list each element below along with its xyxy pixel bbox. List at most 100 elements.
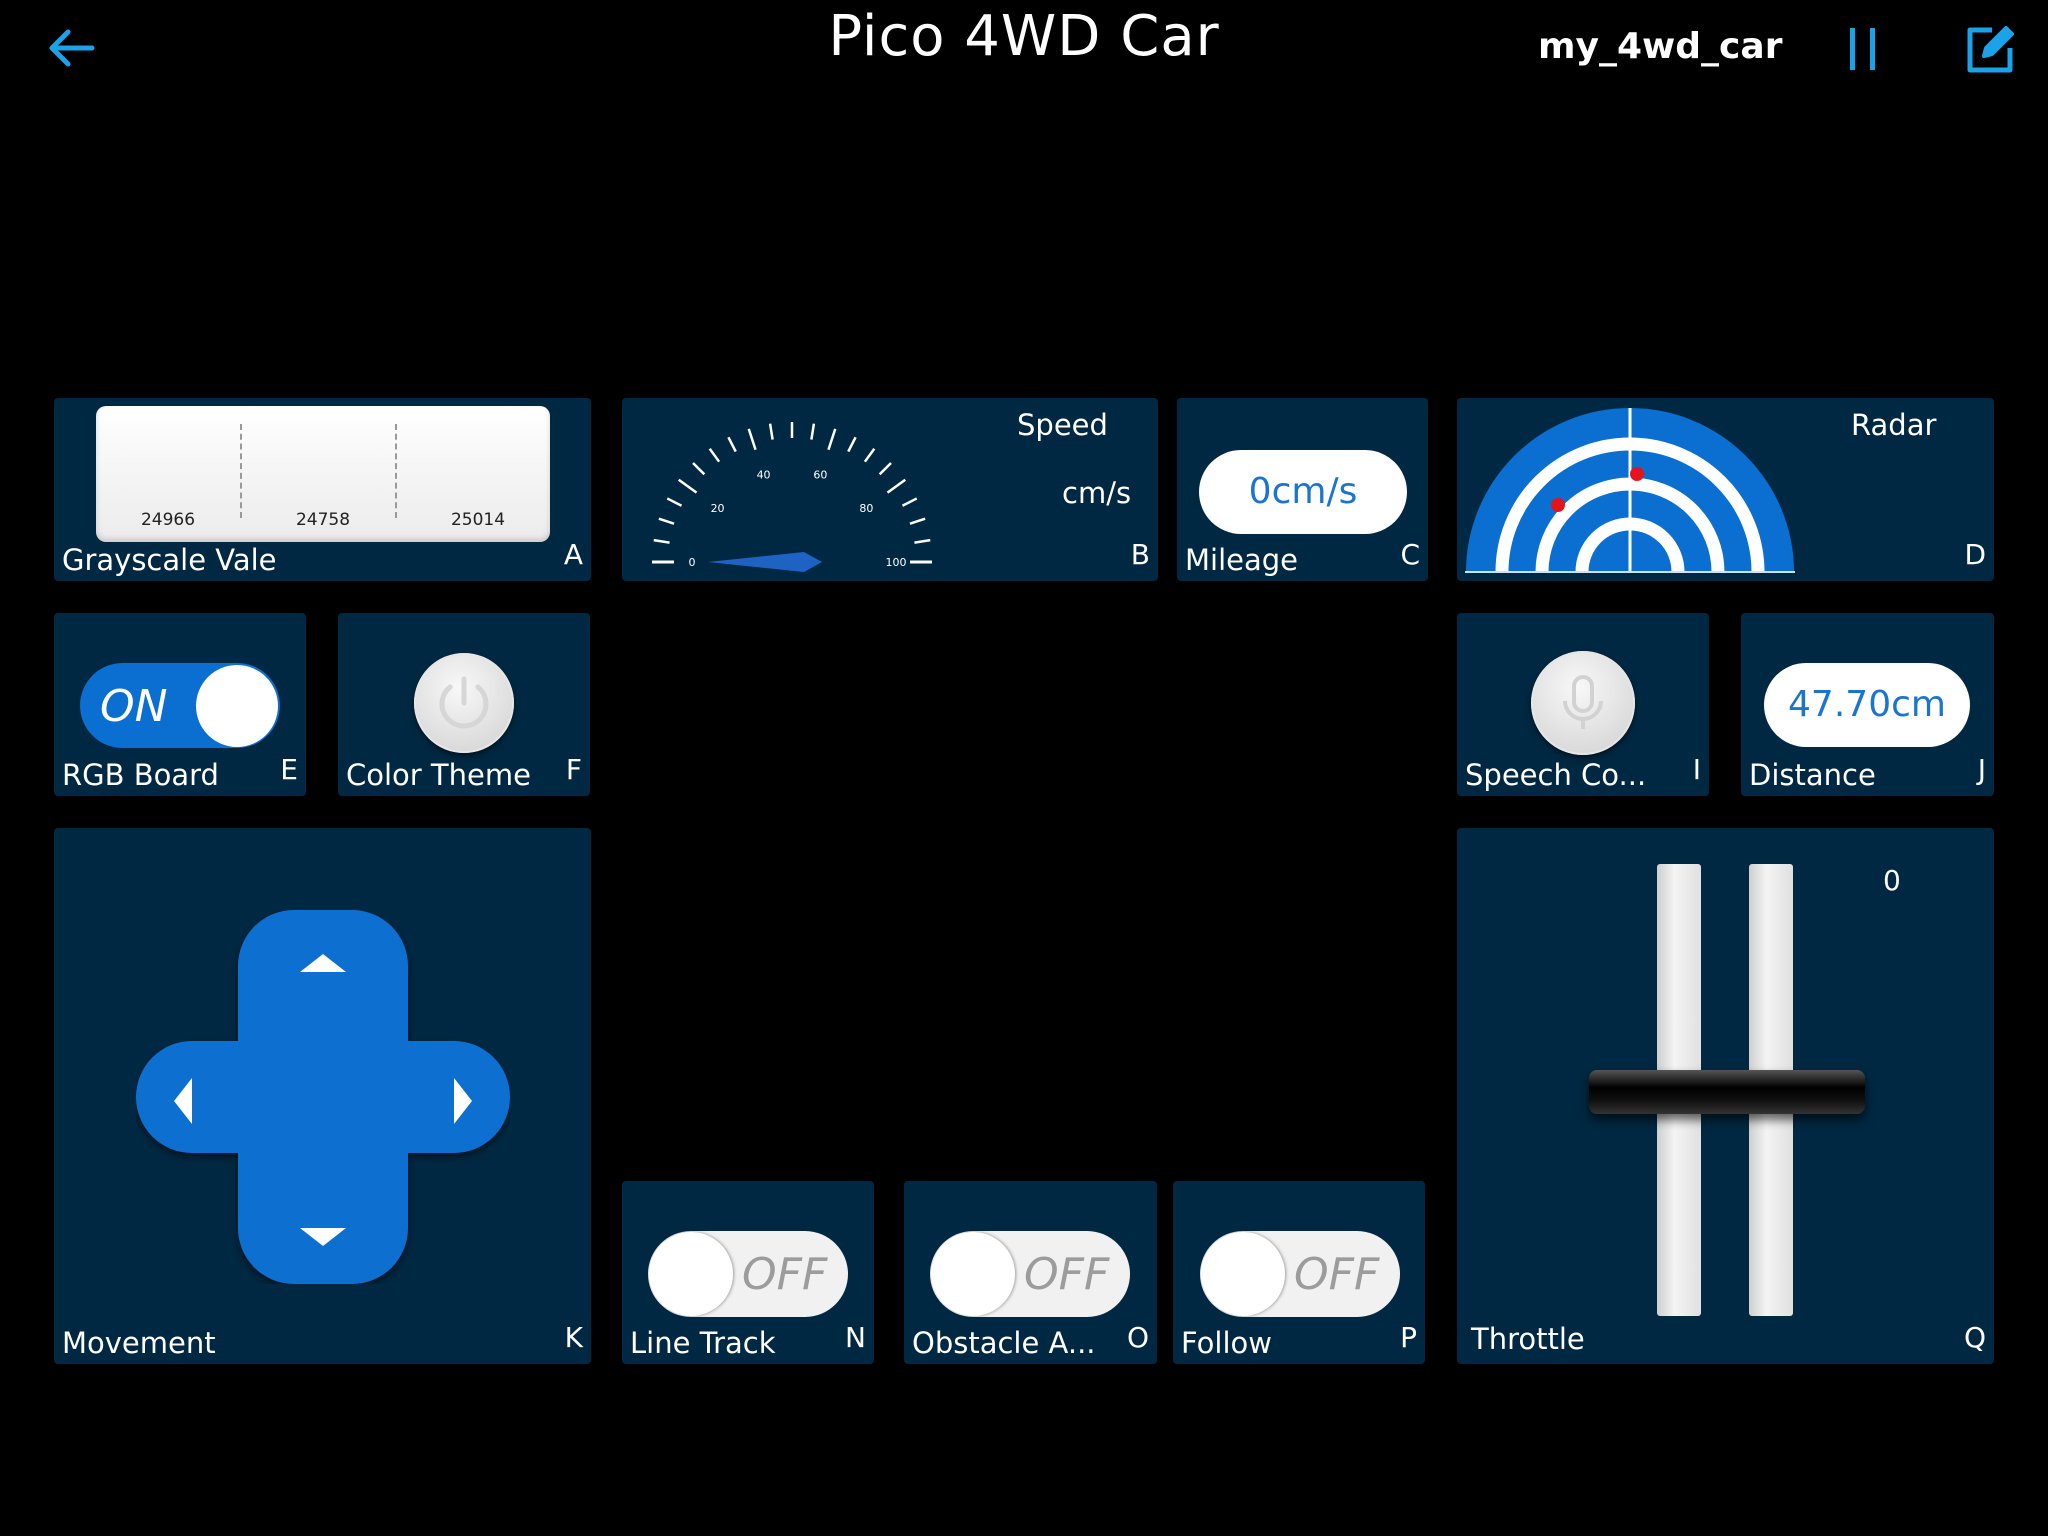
- obstacle-avoid-widget: OFF Obstacle A... O: [904, 1181, 1157, 1364]
- speech-button[interactable]: [1531, 651, 1635, 755]
- distance-label: Distance: [1749, 758, 1876, 792]
- obstacle-avoid-label: Obstacle A...: [912, 1326, 1096, 1360]
- grayscale-label: Grayscale Vale: [62, 543, 277, 577]
- speed-tick: [878, 462, 892, 476]
- header-bar: Pico 4WD Car my_4wd_car: [0, 0, 2048, 100]
- switch-on-text: ON: [100, 681, 168, 732]
- throttle-handle[interactable]: [1589, 1070, 1865, 1114]
- grayscale-display: 24966 24758 25014: [96, 406, 550, 542]
- follow-label: Follow: [1181, 1326, 1272, 1360]
- grayscale-value-right: 25014: [450, 510, 506, 530]
- rgb-board-switch[interactable]: ON: [80, 663, 280, 748]
- mileage-key: C: [1400, 538, 1420, 571]
- speed-tick: [727, 436, 737, 453]
- power-icon: [439, 676, 489, 729]
- distance-widget: 47.70cm Distance J: [1741, 613, 1994, 796]
- speed-tick-label: 80: [859, 502, 873, 515]
- rgb-board-label: RGB Board: [62, 758, 219, 792]
- speech-key: I: [1692, 753, 1701, 786]
- speed-widget: 0 20 40 60 80 100 Speed cm/s B: [622, 398, 1158, 581]
- movement-label: Movement: [62, 1326, 216, 1360]
- move-up-button[interactable]: [292, 944, 354, 984]
- triangle-right-icon: [454, 1078, 472, 1124]
- mileage-widget: 0cm/s Mileage C: [1177, 398, 1428, 581]
- speed-tick: [678, 478, 698, 494]
- obstacle-avoid-key: O: [1126, 1321, 1149, 1354]
- follow-switch[interactable]: OFF: [1200, 1231, 1400, 1317]
- speed-tick: [708, 448, 721, 463]
- speed-tick: [827, 428, 837, 451]
- throttle-value: 0: [1883, 864, 1901, 897]
- grayscale-key: A: [563, 538, 583, 571]
- move-down-button[interactable]: [292, 1216, 354, 1256]
- radar-title: Radar: [1851, 408, 1937, 442]
- speed-title: Speed: [1017, 408, 1108, 442]
- speed-tick: [666, 497, 683, 507]
- move-left-button[interactable]: [162, 1070, 202, 1132]
- device-name: my_4wd_car: [1538, 26, 1783, 67]
- throttle-widget: 0 Throttle Q: [1457, 828, 1994, 1364]
- divider: [395, 424, 397, 518]
- divider: [240, 424, 242, 518]
- speedometer-gauge: 0 20 40 60 80 100: [652, 422, 932, 572]
- speech-control-widget: Speech Co... I: [1457, 613, 1709, 796]
- mileage-value: 0cm/s: [1199, 450, 1407, 534]
- rgb-board-widget: ON RGB Board E: [54, 613, 306, 796]
- speed-tick: [863, 448, 876, 463]
- microphone-icon: [1563, 675, 1603, 729]
- grayscale-widget: 24966 24758 25014 Grayscale Vale A: [54, 398, 591, 581]
- speed-tick: [847, 436, 857, 453]
- speed-tick-label: 60: [813, 469, 827, 482]
- speed-tick: [747, 428, 757, 451]
- line-track-widget: OFF Line Track N: [622, 1181, 874, 1364]
- pause-button[interactable]: [1848, 28, 1878, 70]
- speed-tick-label: 40: [757, 469, 771, 482]
- switch-knob: [1201, 1232, 1285, 1316]
- radar-widget: Radar D: [1457, 398, 1994, 581]
- movement-key: K: [564, 1321, 583, 1354]
- mileage-label: Mileage: [1185, 543, 1298, 577]
- switch-knob: [196, 665, 278, 747]
- switch-off-text: OFF: [1024, 1249, 1110, 1300]
- throttle-label: Throttle: [1471, 1322, 1585, 1356]
- speed-tick-label: 100: [886, 556, 907, 569]
- speed-tick: [658, 517, 675, 525]
- pause-icon: [1850, 28, 1875, 70]
- switch-knob: [649, 1232, 733, 1316]
- switch-knob: [931, 1232, 1015, 1316]
- triangle-up-icon: [300, 954, 346, 972]
- triangle-down-icon: [300, 1228, 346, 1246]
- speed-key: B: [1130, 538, 1150, 571]
- follow-key: P: [1400, 1321, 1417, 1354]
- grayscale-value-middle: 24758: [295, 510, 351, 530]
- distance-value: 47.70cm: [1764, 663, 1970, 747]
- speed-tick: [768, 423, 774, 440]
- triangle-left-icon: [174, 1078, 192, 1124]
- switch-off-text: OFF: [1294, 1249, 1380, 1300]
- edit-button[interactable]: [1962, 20, 2018, 76]
- speed-needle: [708, 552, 822, 572]
- color-theme-widget: Color Theme F: [338, 613, 590, 796]
- speed-tick: [692, 462, 706, 476]
- grayscale-value-left: 24966: [140, 510, 196, 530]
- line-track-key: N: [845, 1321, 866, 1354]
- radar-blip: [1551, 498, 1565, 512]
- speed-tick-label: 0: [689, 556, 696, 569]
- obstacle-avoid-switch[interactable]: OFF: [930, 1231, 1130, 1317]
- color-theme-key: F: [565, 753, 582, 786]
- distance-key: J: [1977, 753, 1986, 786]
- move-right-button[interactable]: [444, 1070, 484, 1132]
- radar-blip: [1630, 467, 1644, 481]
- speed-tick: [653, 538, 670, 544]
- follow-widget: OFF Follow P: [1173, 1181, 1425, 1364]
- speech-label: Speech Co...: [1465, 758, 1647, 792]
- switch-off-text: OFF: [742, 1249, 828, 1300]
- speed-tick: [886, 478, 906, 494]
- speed-unit: cm/s: [1062, 476, 1132, 510]
- edit-icon: [1967, 26, 2014, 73]
- color-theme-label: Color Theme: [346, 758, 531, 792]
- movement-widget: Movement K: [54, 828, 591, 1364]
- color-theme-button[interactable]: [414, 653, 514, 753]
- throttle-key: Q: [1963, 1321, 1986, 1354]
- line-track-switch[interactable]: OFF: [648, 1231, 848, 1317]
